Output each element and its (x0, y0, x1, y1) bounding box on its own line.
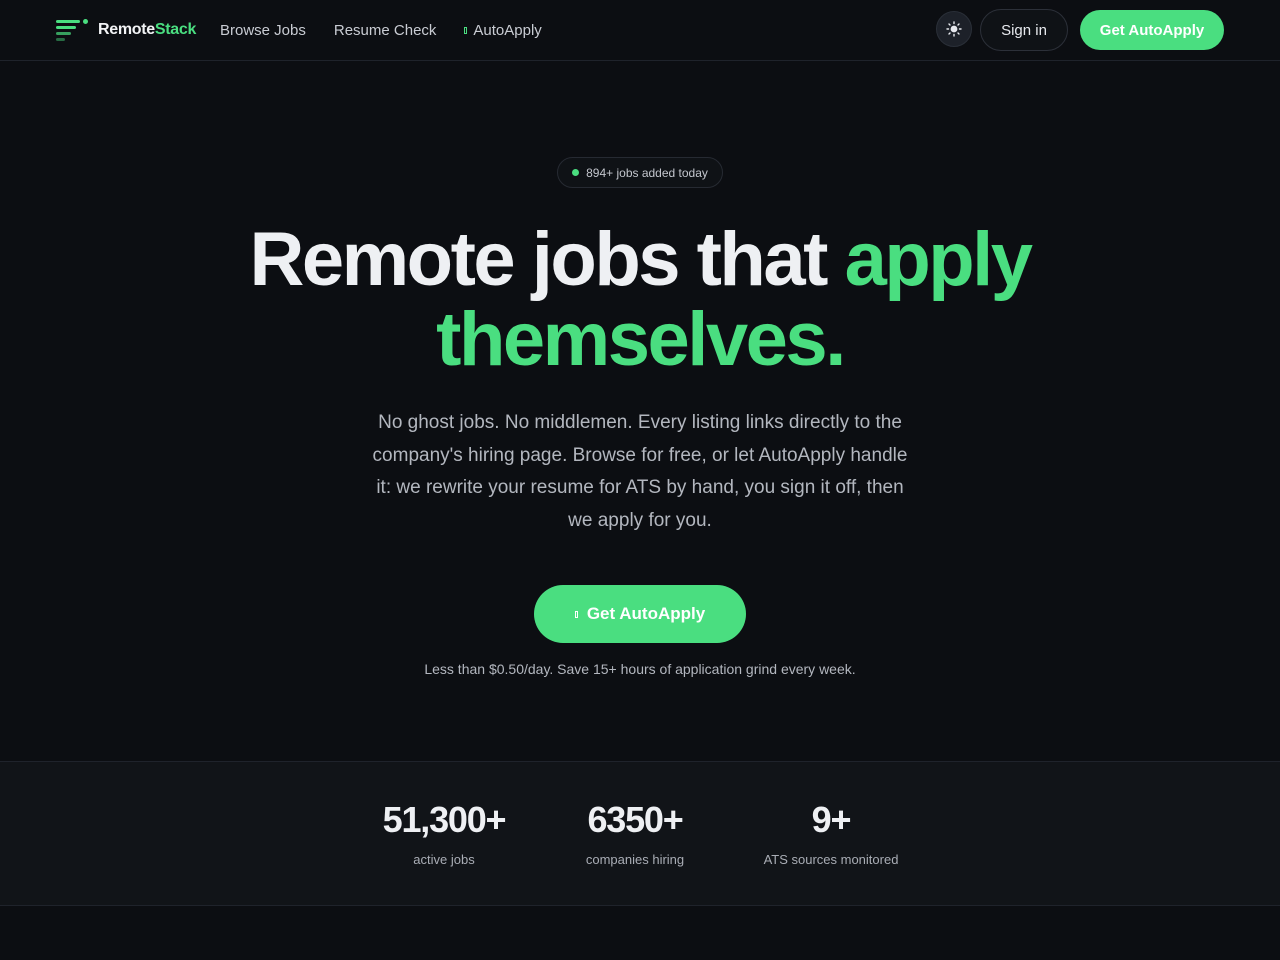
stacked-lines-logo-icon (56, 17, 90, 43)
status-dot-icon (572, 169, 580, 176)
sun-icon (946, 21, 962, 37)
stat-ats-sources: 9+ ATS sources monitored (751, 799, 911, 867)
stat-value: 51,300+ (382, 799, 507, 840)
sparkle-icon (464, 27, 468, 34)
theme-toggle-button[interactable] (936, 11, 972, 47)
hero-subtext: No ghost jobs. No middlemen. Every listi… (372, 412, 908, 531)
price-note: Less than $0.50/day. Save 15+ hours of a… (424, 661, 856, 677)
get-autoapply-nav-button[interactable]: Get AutoApply (1080, 10, 1224, 50)
hero-headline: Remote jobs that apply themselves. (0, 220, 1280, 380)
stat-value: 6350+ (587, 799, 683, 840)
headline-green-part-1: apply (844, 217, 1034, 302)
nav-link-label: AutoApply (473, 21, 542, 39)
nav-links: Browse Jobs Resume Check AutoApply (220, 0, 570, 60)
nav-link-browse-jobs[interactable]: Browse Jobs (220, 22, 306, 39)
stat-companies-hiring: 6350+ companies hiring (565, 799, 705, 867)
logo-text: RemoteStack (98, 21, 196, 39)
stats-band: 51,300+ active jobs 6350+ companies hiri… (0, 761, 1280, 906)
badge-text: 894+ jobs added today (586, 165, 708, 180)
stat-active-jobs: 51,300+ active jobs (364, 799, 524, 867)
headline-green-part-2: themselves. (436, 297, 846, 382)
nav-link-label: Resume Check (333, 21, 437, 39)
logo-text-stack: Stack (154, 21, 197, 38)
get-autoapply-hero-button[interactable]: Get AutoApply (534, 585, 746, 643)
nav-link-label: Browse Jobs (220, 21, 306, 39)
stat-label: active jobs (413, 852, 475, 867)
jobs-added-badge: 894+ jobs added today (557, 157, 723, 188)
stat-label: companies hiring (585, 852, 685, 867)
sparkle-icon (574, 610, 578, 618)
stat-value: 9+ (811, 799, 852, 840)
nav-link-resume-check[interactable]: Resume Check (334, 22, 437, 39)
hero-cta-label: Get AutoApply (586, 604, 706, 623)
logo-text-remote: Remote (98, 21, 155, 38)
headline-white-part: Remote jobs that (249, 217, 845, 302)
top-navbar: RemoteStack Browse Jobs Resume Check Aut… (0, 0, 1280, 61)
stat-label: ATS sources monitored (763, 852, 899, 867)
logo-link[interactable]: RemoteStack (56, 16, 196, 44)
sign-in-button[interactable]: Sign in (980, 9, 1068, 51)
nav-link-autoapply[interactable]: AutoApply (464, 21, 542, 39)
